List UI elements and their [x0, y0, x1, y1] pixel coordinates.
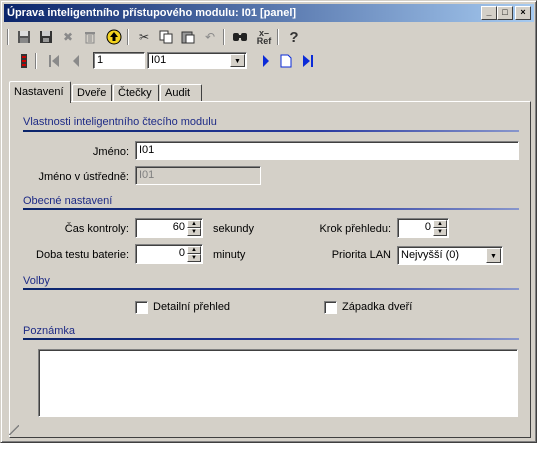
name-label: Jméno:	[92, 146, 129, 158]
survey-step-stepper[interactable]: 0 ▲ ▼	[397, 218, 449, 238]
chevron-down-icon[interactable]: ▼	[230, 54, 245, 67]
close-button[interactable]: ×	[515, 6, 531, 20]
spin-down-icon[interactable]: ▼	[187, 254, 201, 262]
lan-priority-label: Priorita LAN	[331, 249, 391, 261]
detail-label: Detailní přehled	[153, 301, 231, 313]
section-note: Poznámka	[23, 325, 75, 337]
first-record-icon[interactable]	[45, 52, 63, 70]
lan-priority-select[interactable]: Nejvyšší (0) ▼	[397, 246, 503, 265]
battery-test-unit: minuty	[213, 249, 246, 261]
tab-strip: Nastavení Dveře Čtečky Audit	[9, 81, 533, 103]
tab-audit[interactable]: Audit	[160, 84, 202, 102]
spin-up-icon[interactable]: ▲	[433, 220, 447, 228]
tab-doors[interactable]: Dveře	[72, 84, 112, 102]
up-arrow-icon[interactable]	[105, 28, 123, 46]
paste-icon[interactable]	[179, 28, 197, 46]
new-record-icon[interactable]	[277, 52, 295, 70]
window-title: Úprava inteligentního přístupového modul…	[7, 7, 297, 19]
save-close-icon[interactable]	[37, 28, 55, 46]
check-time-value: 60	[172, 221, 185, 233]
toolbar-separator	[127, 29, 129, 45]
section-reader-props: Vlastnosti inteligentního čtecího modulu	[23, 116, 217, 128]
toolbar-separator	[35, 53, 37, 69]
title-bar[interactable]: Úprava inteligentního přístupového modul…	[4, 4, 534, 22]
detail-checkbox[interactable]	[135, 301, 148, 314]
latch-label: Západka dveří	[342, 301, 413, 313]
check-time-stepper[interactable]: 60 ▲ ▼	[135, 218, 203, 238]
cut-icon[interactable]: ✂	[135, 28, 153, 46]
section-divider	[23, 208, 519, 210]
record-navigator: 1 I01 ▼	[5, 49, 533, 73]
find-icon[interactable]	[231, 28, 249, 46]
record-list-icon[interactable]	[15, 52, 33, 70]
help-icon[interactable]: ?	[285, 28, 303, 46]
central-name-label: Jméno v ústředně:	[38, 171, 130, 183]
tab-settings[interactable]: Nastavení	[9, 81, 71, 103]
section-divider	[23, 288, 519, 290]
toolbar-separator	[223, 29, 225, 45]
check-time-label: Čas kontroly:	[64, 223, 129, 235]
edit-module-window: Úprava inteligentního přístupového modul…	[0, 0, 537, 443]
tab-readers[interactable]: Čtečky	[113, 84, 159, 102]
section-divider	[23, 130, 519, 132]
spin-up-icon[interactable]: ▲	[187, 246, 201, 254]
toolbar-separator	[7, 29, 9, 45]
spin-down-icon[interactable]: ▼	[433, 228, 447, 236]
delete-x-icon[interactable]: ✖	[59, 28, 77, 46]
battery-test-label: Doba testu baterie:	[36, 249, 129, 261]
central-name-field: I01	[135, 166, 261, 185]
section-divider	[23, 338, 519, 340]
record-number-input[interactable]: 1	[93, 52, 145, 69]
survey-step-label: Krok přehledu:	[319, 223, 391, 235]
record-select[interactable]: I01 ▼	[147, 52, 247, 69]
check-time-unit: sekundy	[213, 223, 254, 235]
trash-icon[interactable]	[81, 28, 99, 46]
note-textarea[interactable]	[38, 349, 518, 417]
next-record-icon[interactable]	[257, 52, 275, 70]
undo-icon[interactable]: ↶	[201, 28, 219, 46]
last-record-icon[interactable]	[299, 52, 317, 70]
latch-checkbox[interactable]	[324, 301, 337, 314]
spin-down-icon[interactable]: ▼	[187, 228, 201, 236]
chevron-down-icon[interactable]: ▼	[486, 248, 501, 263]
battery-test-stepper[interactable]: 0 ▲ ▼	[135, 244, 203, 264]
resize-grip-icon[interactable]	[9, 425, 19, 435]
record-select-value: I01	[151, 54, 167, 66]
battery-test-value: 0	[178, 247, 185, 259]
maximize-button[interactable]: □	[497, 6, 513, 20]
minimize-button[interactable]: _	[481, 6, 497, 20]
lan-priority-value: Nejvyšší (0)	[401, 249, 460, 261]
survey-step-value: 0	[424, 221, 431, 233]
previous-record-icon[interactable]	[67, 52, 85, 70]
name-field[interactable]: I01	[135, 141, 519, 160]
toolbar: ✖ ✂ ↶ x– Ref ?	[5, 25, 533, 49]
spin-up-icon[interactable]: ▲	[187, 220, 201, 228]
section-options: Volby	[23, 275, 50, 287]
section-general: Obecné nastavení	[23, 195, 113, 207]
copy-icon[interactable]	[157, 28, 175, 46]
ref-icon[interactable]: x– Ref	[255, 28, 273, 46]
save-icon[interactable]	[15, 28, 33, 46]
toolbar-separator	[277, 29, 279, 45]
